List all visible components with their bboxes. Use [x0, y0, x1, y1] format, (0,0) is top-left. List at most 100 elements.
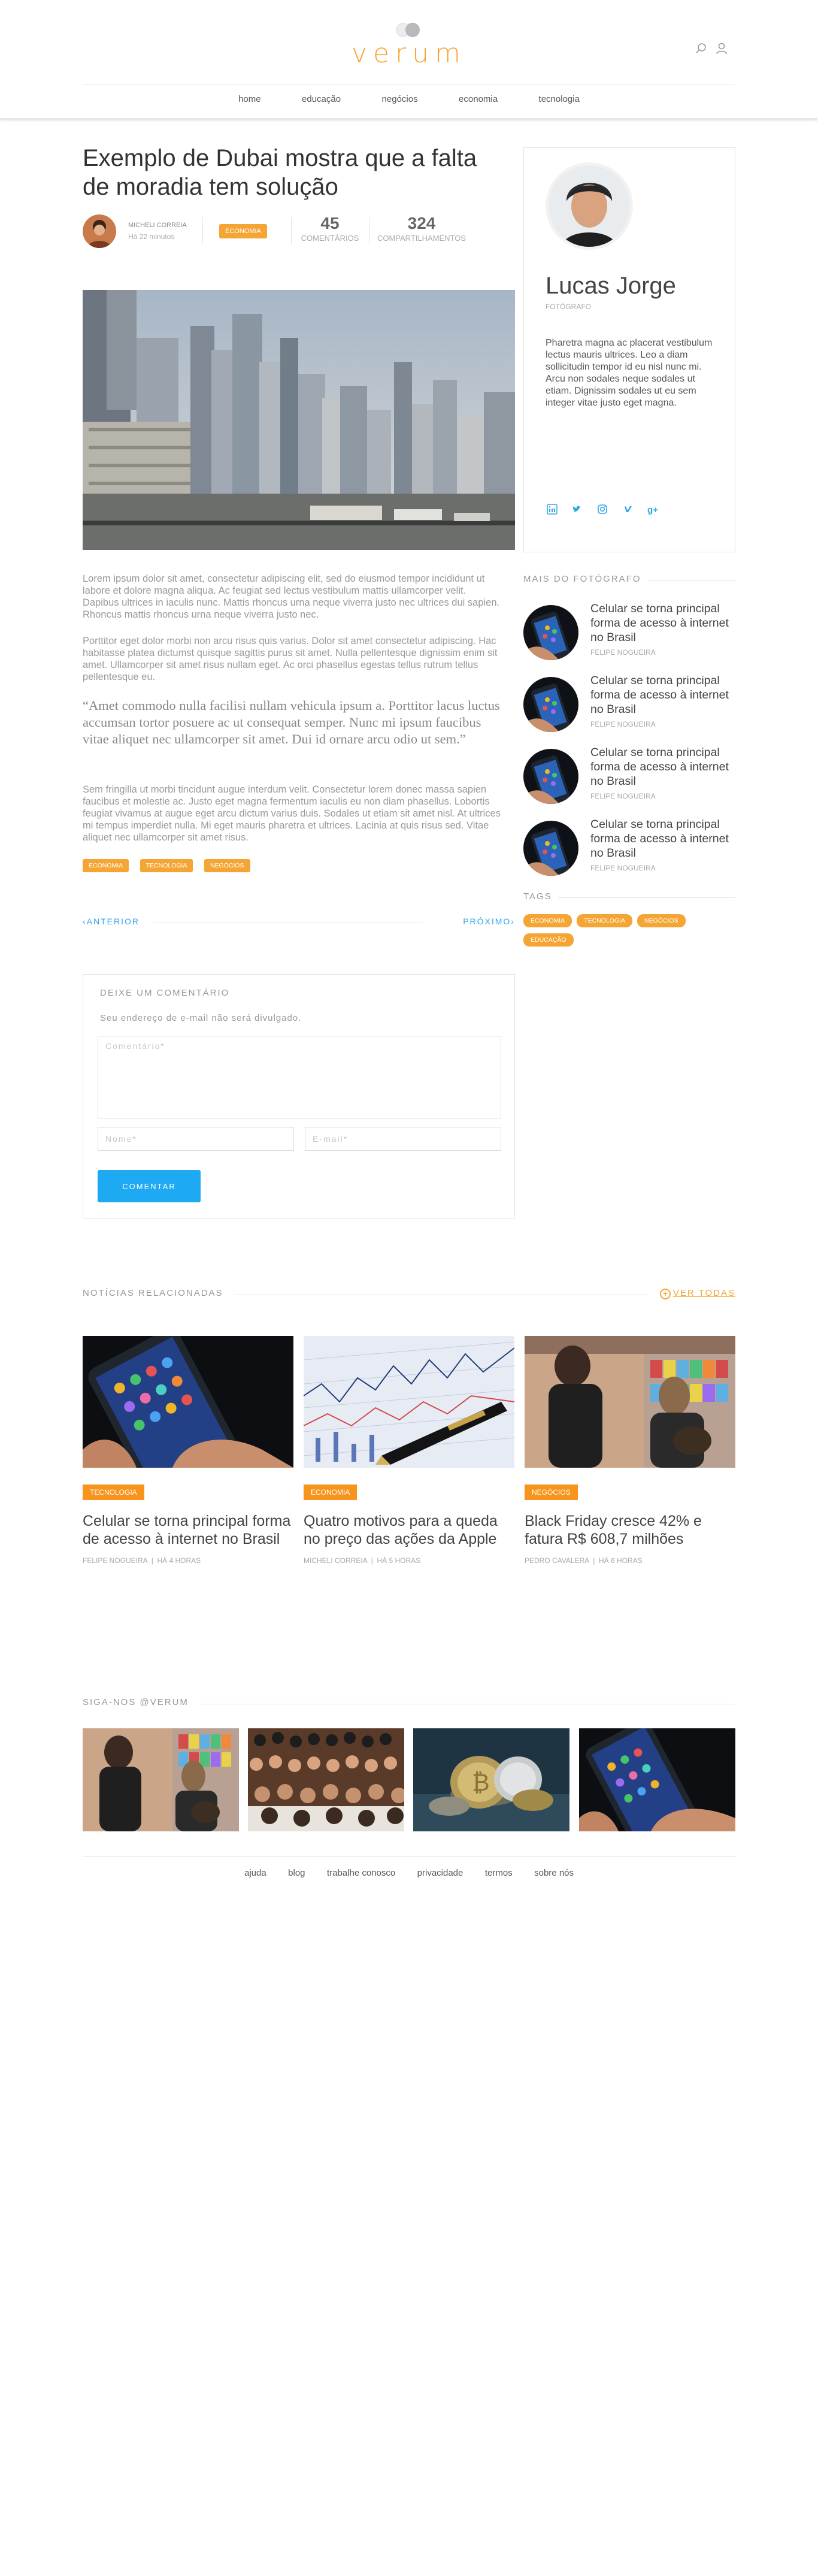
- author-avatar[interactable]: [83, 214, 116, 248]
- footer-link-sobre-nos[interactable]: sobre nós: [534, 1868, 574, 1878]
- see-all-link[interactable]: + VER TODAS: [649, 1288, 735, 1299]
- logo-mark-icon: [396, 23, 422, 37]
- sidebar-article[interactable]: Celular se torna principal forma de aces…: [523, 745, 735, 805]
- related-news-heading: NOTÍCIAS RELACIONADAS + VER TODAS: [83, 1288, 735, 1301]
- instagram-photo[interactable]: ₿: [413, 1728, 569, 1831]
- related-card[interactable]: TECNOLOGIA Celular se torna principal fo…: [83, 1336, 293, 1576]
- hero-image: [83, 290, 515, 550]
- nav-negocios[interactable]: negócios: [382, 84, 418, 115]
- tag-economia[interactable]: ECONOMIA: [83, 859, 129, 872]
- article-quote: “Amet commodo nulla facilisi nullam vehi…: [83, 698, 500, 746]
- sidebar-article[interactable]: Celular se torna principal forma de aces…: [523, 817, 735, 877]
- email-input[interactable]: [305, 1127, 501, 1151]
- comment-submit-button[interactable]: COMENTAR: [98, 1170, 201, 1202]
- tags-heading: TAGS: [523, 891, 735, 903]
- tag-tecnologia[interactable]: TECNOLOGIA: [140, 859, 193, 872]
- sidebar-article-title[interactable]: Celular se torna principal forma de aces…: [590, 745, 734, 788]
- nav-home[interactable]: home: [238, 84, 261, 115]
- related-card-meta: MICHELI CORREIA | HÁ 5 HORAS: [304, 1556, 421, 1565]
- related-card-meta: FELIPE NOGUEIRA | HÁ 4 HORAS: [83, 1556, 201, 1565]
- article-pager: ‹ANTERIOR PRÓXIMO›: [83, 915, 515, 930]
- more-from-photographer-heading: MAIS DO FOTÓGRAFO: [523, 574, 735, 586]
- user-icon[interactable]: [715, 42, 728, 55]
- related-card[interactable]: NEGÓCIOS Black Friday cresce 42% e fatur…: [525, 1336, 735, 1576]
- category-badge[interactable]: ECONOMIA: [219, 224, 267, 238]
- photographer-card: Lucas Jorge FOTÓGRAFO Pharetra magna ac …: [523, 147, 735, 552]
- logo[interactable]: verum: [349, 23, 469, 71]
- chevron-left-icon: ‹: [83, 917, 87, 926]
- related-card-title[interactable]: Celular se torna principal forma de aces…: [83, 1512, 293, 1548]
- heading-text: TAGS: [523, 891, 558, 902]
- instagram-photo[interactable]: [248, 1728, 404, 1831]
- prev-article-link[interactable]: ‹ANTERIOR: [83, 917, 140, 926]
- author-name[interactable]: MICHELI CORREIA: [128, 222, 187, 229]
- photographer-avatar: [546, 162, 633, 250]
- sidebar-article[interactable]: Celular se torna principal forma de aces…: [523, 601, 735, 661]
- next-article-link[interactable]: PRÓXIMO›: [463, 917, 515, 926]
- related-card[interactable]: ECONOMIA Quatro motivos para a queda no …: [304, 1336, 514, 1576]
- related-card-time: HÁ 5 HORAS: [377, 1556, 421, 1565]
- comment-form-title: DEIXE UM COMENTÁRIO: [100, 988, 230, 998]
- see-all-label: VER TODAS: [672, 1288, 735, 1298]
- sidebar-article-title[interactable]: Celular se torna principal forma de aces…: [590, 673, 734, 716]
- google-plus-icon[interactable]: g+: [646, 504, 659, 517]
- photographer-role: FOTÓGRAFO: [546, 303, 591, 311]
- article-title: Exemplo de Dubai mostra que a falta de m…: [83, 145, 477, 200]
- related-card-title[interactable]: Black Friday cresce 42% e fatura R$ 608,…: [525, 1512, 735, 1548]
- footer-link-trabalhe-conosco[interactable]: trabalhe conosco: [327, 1868, 395, 1878]
- shares-stat: 324 COMPARTILHAMENTOS: [374, 213, 469, 243]
- logo-text: verum: [352, 38, 466, 69]
- sidebar-tags: ECONOMIA TECNOLOGIA NEGÓCIOS EDUCAÇÃO: [523, 914, 735, 953]
- nav-tecnologia[interactable]: tecnologia: [539, 84, 580, 115]
- related-card-time: HÁ 4 HORAS: [157, 1556, 201, 1565]
- tag-negocios[interactable]: NEGÓCIOS: [637, 914, 686, 927]
- related-card-category[interactable]: TECNOLOGIA: [83, 1484, 144, 1500]
- footer-link-privacidade[interactable]: privacidade: [417, 1868, 463, 1878]
- sidebar-article-thumb: [523, 749, 578, 804]
- footer-link-termos[interactable]: termos: [485, 1868, 513, 1878]
- name-input[interactable]: [98, 1127, 294, 1151]
- comment-form: DEIXE UM COMENTÁRIO Seu endereço de e-ma…: [83, 974, 515, 1219]
- footer-nav: ajuda blog trabalhe conosco privacidade …: [0, 1868, 818, 1879]
- shares-label: COMPARTILHAMENTOS: [377, 234, 466, 243]
- tag-economia[interactable]: ECONOMIA: [523, 914, 572, 927]
- heading-text: SIGA-NOS @VERUM: [83, 1697, 199, 1707]
- instagram-photo[interactable]: [579, 1728, 735, 1831]
- instagram-photo[interactable]: [83, 1728, 239, 1831]
- related-card-image: [304, 1336, 514, 1468]
- related-card-time: HÁ 6 HORAS: [599, 1556, 643, 1565]
- twitter-icon[interactable]: [571, 504, 584, 517]
- comments-stat: 45 COMENTÁRIOS: [297, 213, 363, 243]
- vimeo-icon[interactable]: [621, 504, 634, 517]
- sidebar-article-title[interactable]: Celular se torna principal forma de aces…: [590, 817, 734, 860]
- linkedin-icon[interactable]: [546, 504, 559, 517]
- related-card-author: PEDRO CAVALERA: [525, 1556, 589, 1565]
- tag-negocios[interactable]: NEGÓCIOS: [204, 859, 250, 872]
- related-card-category[interactable]: ECONOMIA: [304, 1484, 358, 1500]
- sidebar-article-title[interactable]: Celular se torna principal forma de aces…: [590, 601, 734, 645]
- nav-economia[interactable]: economia: [459, 84, 498, 115]
- heading-text: NOTÍCIAS RELACIONADAS: [83, 1288, 234, 1298]
- comment-textarea[interactable]: [98, 1036, 501, 1118]
- header-icons: [695, 42, 731, 56]
- footer-link-blog[interactable]: blog: [288, 1868, 305, 1878]
- site-header: verum home educação negócios economia te…: [0, 0, 818, 119]
- article-meta: MICHELI CORREIA Há 22 minutos ECONOMIA 4…: [83, 213, 514, 250]
- article-tags: ECONOMIA TECNOLOGIA NEGÓCIOS: [83, 859, 259, 873]
- related-card-category[interactable]: NEGÓCIOS: [525, 1484, 578, 1500]
- tag-tecnologia[interactable]: TECNOLOGIA: [577, 914, 633, 927]
- related-card-image: [83, 1336, 293, 1468]
- nav-educacao[interactable]: educação: [302, 84, 341, 115]
- main-nav: home educação negócios economia tecnolog…: [0, 84, 818, 119]
- meta-divider: [202, 217, 203, 244]
- related-card-title[interactable]: Quatro motivos para a queda no preço das…: [304, 1512, 514, 1548]
- instagram-heading: SIGA-NOS @VERUM: [83, 1697, 735, 1710]
- photographer-name: Lucas Jorge: [546, 273, 676, 299]
- footer-link-ajuda[interactable]: ajuda: [244, 1868, 266, 1878]
- tag-educacao[interactable]: EDUCAÇÃO: [523, 933, 574, 947]
- sidebar-article-author: FELIPE NOGUEIRA: [590, 864, 656, 872]
- instagram-icon[interactable]: [596, 504, 609, 517]
- search-icon[interactable]: [695, 42, 708, 55]
- sidebar-article[interactable]: Celular se torna principal forma de aces…: [523, 673, 735, 733]
- sidebar-article-author: FELIPE NOGUEIRA: [590, 648, 656, 657]
